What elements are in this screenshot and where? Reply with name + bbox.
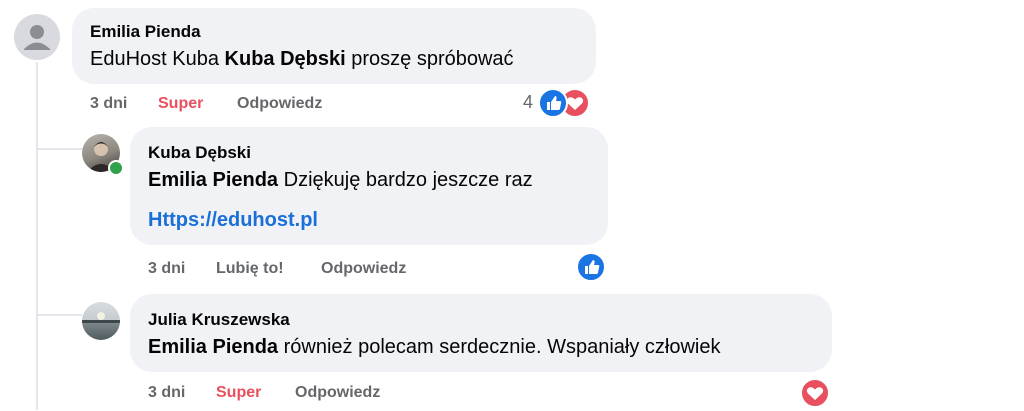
reaction-summary[interactable]	[576, 252, 606, 282]
comment-time[interactable]: 3 dni	[90, 95, 127, 113]
comment-text: Emilia Pienda Dziękuję bardzo jeszcze ra…	[148, 169, 533, 192]
comment-time[interactable]: 3 dni	[148, 384, 185, 402]
reaction-summary[interactable]: 4	[520, 88, 592, 118]
comment-text-post: również polecam serdecznie. Wspaniały cz…	[278, 336, 721, 358]
comment-author[interactable]: Kuba Dębski	[148, 143, 251, 163]
avatar-julia[interactable]	[82, 302, 120, 340]
reaction-summary[interactable]	[800, 378, 830, 408]
comment-text-pre: EduHost Kuba	[90, 48, 225, 70]
reply-button[interactable]: Odpowiedz	[321, 260, 406, 278]
comment-bubble: Emilia Pienda EduHost Kuba Kuba Dębski p…	[72, 8, 596, 84]
online-status-indicator	[108, 160, 124, 176]
avatar-emilia[interactable]	[14, 14, 60, 60]
comment-text: EduHost Kuba Kuba Dębski proszę spróbowa…	[90, 48, 514, 71]
mention[interactable]: Kuba Dębski	[225, 48, 346, 70]
comment-time[interactable]: 3 dni	[148, 260, 185, 278]
love-icon	[800, 378, 830, 408]
mention[interactable]: Emilia Pienda	[148, 336, 278, 358]
thread-line	[36, 62, 38, 410]
reaction-button[interactable]: Super	[158, 95, 203, 113]
reply-button[interactable]: Odpowiedz	[295, 384, 380, 402]
comment-text-post: Dziękuję bardzo jeszcze raz	[278, 169, 533, 191]
comment-link[interactable]: Https://eduhost.pl	[148, 209, 318, 232]
like-icon	[538, 88, 568, 118]
comment-bubble: Kuba Dębski Emilia Pienda Dziękuję bardz…	[130, 127, 608, 245]
reaction-button[interactable]: Lubię to!	[216, 260, 284, 278]
comment-author[interactable]: Emilia Pienda	[90, 22, 201, 42]
thread-branch-1	[36, 148, 82, 150]
mention[interactable]: Emilia Pienda	[148, 169, 278, 191]
thread-branch-2	[36, 314, 82, 316]
reply-button[interactable]: Odpowiedz	[237, 95, 322, 113]
comment-author[interactable]: Julia Kruszewska	[148, 310, 290, 330]
comment-bubble: Julia Kruszewska Emilia Pienda również p…	[130, 294, 832, 372]
like-icon	[576, 252, 606, 282]
comment-text-post: proszę spróbować	[345, 48, 514, 70]
comment-text: Emilia Pienda również polecam serdecznie…	[148, 336, 720, 359]
reaction-count: 4	[523, 92, 534, 112]
reaction-button[interactable]: Super	[216, 384, 261, 402]
